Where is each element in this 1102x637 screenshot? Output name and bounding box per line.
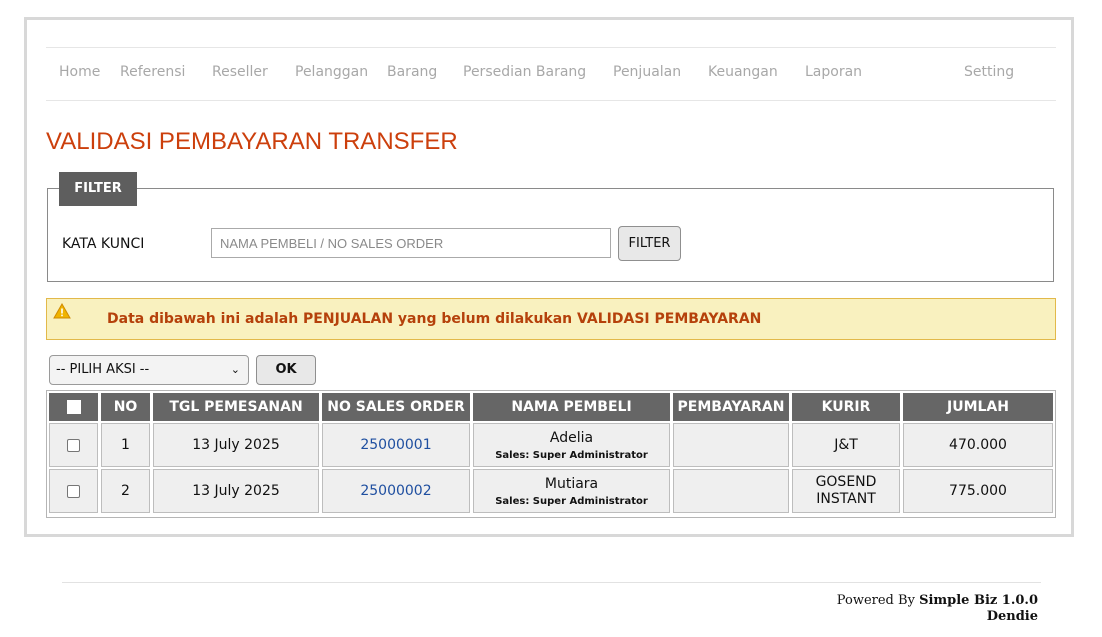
header-tgl-pemesanan: TGL PEMESANAN <box>153 393 319 421</box>
sales-person: Sales: Super Administrator <box>495 449 648 461</box>
cell-no: 1 <box>101 423 150 467</box>
nav-home[interactable]: Home <box>59 64 100 80</box>
cell-tgl: 13 July 2025 <box>153 423 319 467</box>
select-all-checkbox[interactable] <box>67 400 81 414</box>
header-no-sales-order: NO SALES ORDER <box>322 393 470 421</box>
footer-divider <box>62 582 1041 583</box>
cell-jumlah: 775.000 <box>903 469 1053 513</box>
info-alert: Data dibawah ini adalah PENJUALAN yang b… <box>46 298 1056 340</box>
footer-powered: Powered By <box>836 593 915 608</box>
cell-sales-order: 25000002 <box>322 469 470 513</box>
header-pembayaran: PEMBAYARAN <box>673 393 789 421</box>
keyword-input[interactable] <box>211 228 611 258</box>
cell-kurir: GOSEND INSTANT <box>792 469 900 513</box>
buyer-name: Adelia <box>549 429 594 446</box>
cell-pembayaran <box>673 423 789 467</box>
filter-legend: FILTER <box>59 172 137 206</box>
cell-pembayaran <box>673 469 789 513</box>
footer-product: Simple Biz 1.0.0 <box>919 593 1038 608</box>
warning-icon <box>53 303 71 319</box>
nav-penjualan[interactable]: Penjualan <box>613 64 681 80</box>
cell-tgl: 13 July 2025 <box>153 469 319 513</box>
cell-nama-pembeli: Mutiara Sales: Super Administrator <box>473 469 670 513</box>
nav-keuangan[interactable]: Keuangan <box>708 64 778 80</box>
sales-person: Sales: Super Administrator <box>495 495 648 507</box>
nav-referensi[interactable]: Referensi <box>120 64 185 80</box>
filter-button[interactable]: FILTER <box>618 226 681 261</box>
cell-nama-pembeli: Adelia Sales: Super Administrator <box>473 423 670 467</box>
chevron-down-icon: ⌄ <box>230 363 240 376</box>
header-no: NO <box>101 393 150 421</box>
cell-jumlah: 470.000 <box>903 423 1053 467</box>
nav-pelanggan[interactable]: Pelanggan <box>295 64 368 80</box>
cell-no: 2 <box>101 469 150 513</box>
footer-author: Dendie <box>986 609 1038 624</box>
nav-laporan[interactable]: Laporan <box>805 64 862 80</box>
sales-order-link[interactable]: 25000002 <box>360 483 431 499</box>
cell-sales-order: 25000001 <box>322 423 470 467</box>
nav-reseller[interactable]: Reseller <box>212 64 268 80</box>
action-select[interactable]: -- PILIH AKSI -- ⌄ <box>49 355 249 385</box>
nav-persedian-barang[interactable]: Persedian Barang <box>463 64 586 80</box>
alert-text: Data dibawah ini adalah PENJUALAN yang b… <box>107 311 762 327</box>
buyer-name: Mutiara <box>544 475 599 492</box>
footer: Powered By Simple Biz 1.0.0 Dendie <box>837 593 1038 625</box>
sales-order-link[interactable]: 25000001 <box>360 437 431 453</box>
page-title: VALIDASI PEMBAYARAN TRANSFER <box>46 128 458 155</box>
nav-setting[interactable]: Setting <box>964 64 1014 80</box>
footer-credit: Powered By Simple Biz 1.0.0 <box>837 593 1038 609</box>
nav-barang[interactable]: Barang <box>387 64 437 80</box>
row-checkbox[interactable] <box>67 438 80 452</box>
header-nama-pembeli: NAMA PEMBELI <box>473 393 670 421</box>
header-jumlah: JUMLAH <box>903 393 1053 421</box>
row-checkbox-cell <box>49 469 98 513</box>
row-checkbox[interactable] <box>67 484 80 498</box>
cell-kurir: J&T <box>792 423 900 467</box>
keyword-label: KATA KUNCI <box>62 236 145 252</box>
header-kurir: KURIR <box>792 393 900 421</box>
row-checkbox-cell <box>49 423 98 467</box>
action-select-value: -- PILIH AKSI -- <box>56 362 150 377</box>
ok-button[interactable]: OK <box>256 355 316 385</box>
